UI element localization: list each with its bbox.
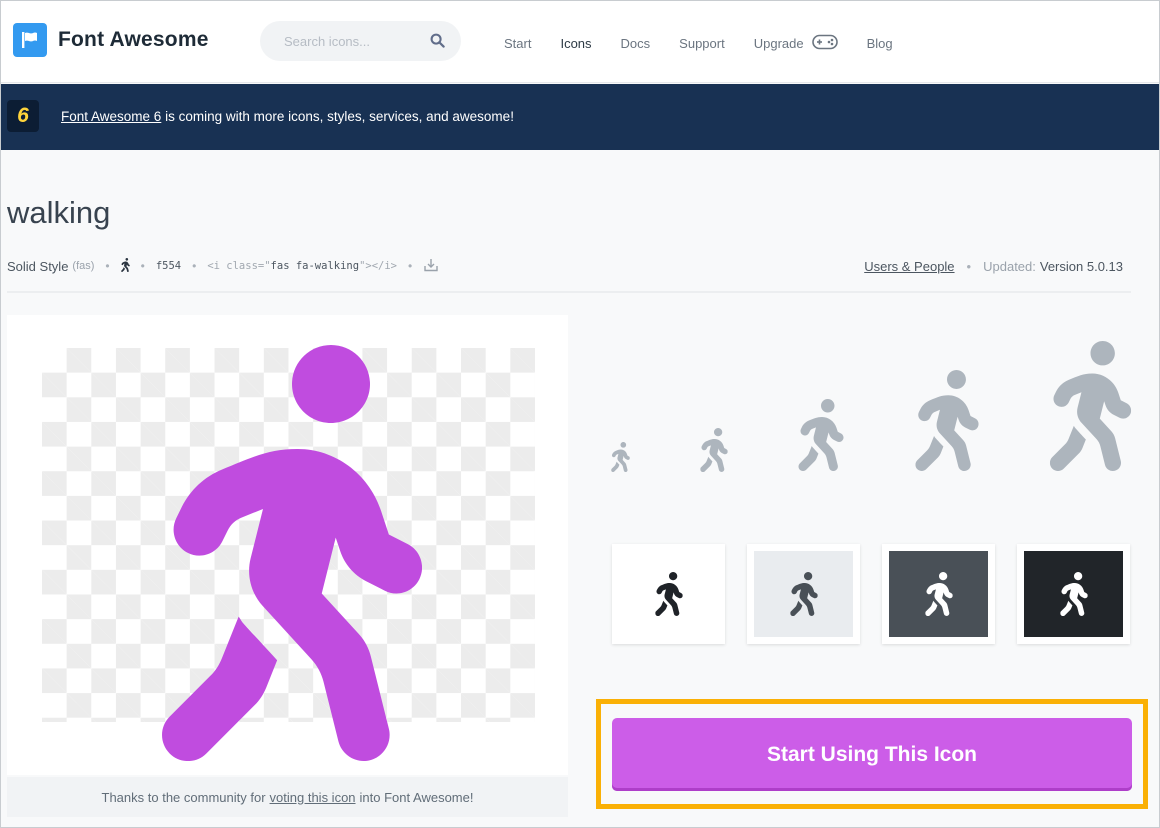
separator-dot: • xyxy=(192,259,197,273)
walking-icon xyxy=(162,345,422,761)
top-navigation-bar: Font Awesome Start Icons Docs Support Up… xyxy=(1,1,1159,83)
start-using-icon-button[interactable]: Start Using This Icon xyxy=(612,718,1132,791)
walking-icon xyxy=(655,572,683,616)
category-link[interactable]: Users & People xyxy=(864,259,954,274)
thanks-prefix: Thanks to the community for xyxy=(101,789,266,805)
code-class: fas fa-walking xyxy=(270,260,360,272)
nav-upgrade[interactable]: Upgrade xyxy=(754,34,838,53)
nav-start[interactable]: Start xyxy=(504,36,531,51)
download-icon[interactable] xyxy=(423,258,439,275)
banner-link[interactable]: Font Awesome 6 xyxy=(61,109,161,124)
icon-meta: Solid Style (fas) • • f554 • <i class="f… xyxy=(7,256,439,276)
banner-text: is coming with more icons, styles, servi… xyxy=(161,109,514,124)
walking-icon xyxy=(790,572,818,616)
search-box xyxy=(260,21,461,61)
voting-link[interactable]: voting this icon xyxy=(270,790,356,805)
walking-icon-size-md xyxy=(798,399,844,471)
swatch-light[interactable] xyxy=(747,544,860,644)
divider xyxy=(7,291,1131,293)
announcement-banner: 6 Font Awesome 6 is coming with more ico… xyxy=(1,84,1159,150)
separator-dot: • xyxy=(140,259,145,273)
brand-logo-link[interactable]: Font Awesome xyxy=(13,23,209,57)
brand-name: Font Awesome xyxy=(58,28,209,51)
code-close: "></i> xyxy=(359,260,397,272)
style-prefix: (fas) xyxy=(72,260,95,272)
search-icon[interactable] xyxy=(430,33,445,53)
nav-blog[interactable]: Blog xyxy=(867,36,893,51)
style-label: Solid Style xyxy=(7,258,69,274)
nav-upgrade-label: Upgrade xyxy=(753,36,804,51)
separator-dot: • xyxy=(966,258,972,274)
code-open: <i class=" xyxy=(207,260,271,272)
swatch-gray[interactable] xyxy=(882,544,995,644)
thanks-note: Thanks to the community for voting this … xyxy=(7,777,568,817)
walking-icon xyxy=(1060,572,1088,616)
walking-icon[interactable] xyxy=(121,258,130,275)
gamepad-icon xyxy=(811,34,838,53)
main-nav: Start Icons Docs Support Upgrade Blog xyxy=(504,34,922,53)
nav-docs[interactable]: Docs xyxy=(621,36,651,51)
swatch-white[interactable] xyxy=(612,544,725,644)
separator-dot: • xyxy=(105,259,110,273)
nav-support[interactable]: Support xyxy=(679,36,725,51)
icon-title: walking xyxy=(7,195,111,230)
thanks-suffix: into Font Awesome! xyxy=(359,789,474,805)
version-value: Version 5.0.13 xyxy=(1039,258,1123,274)
html-snippet[interactable]: <i class="fas fa-walking"></i> xyxy=(207,260,397,272)
walking-icon xyxy=(925,572,953,616)
flag-icon xyxy=(13,23,47,57)
swatch-dark-bg xyxy=(1024,551,1123,637)
swatch-gray-bg xyxy=(889,551,988,637)
walking-icon-size-sm xyxy=(700,428,728,472)
swatch-white-bg xyxy=(619,551,718,637)
nav-icons[interactable]: Icons xyxy=(560,36,591,51)
icon-preview-panel xyxy=(7,315,568,775)
updated-label: Updated: xyxy=(983,258,1036,274)
search-input[interactable] xyxy=(260,21,430,61)
swatch-dark[interactable] xyxy=(1017,544,1130,644)
unicode-value[interactable]: f554 xyxy=(156,260,181,272)
walking-icon-size-xl xyxy=(1049,341,1132,471)
swatch-light-bg xyxy=(754,551,853,637)
icon-meta-right: Users & People • Updated: Version 5.0.13 xyxy=(864,256,1123,276)
walking-icon-size-lg xyxy=(915,370,979,471)
walking-icon-size-xs xyxy=(611,442,630,472)
separator-dot: • xyxy=(408,259,413,273)
version-badge: 6 xyxy=(7,100,39,132)
banner-message: Font Awesome 6 is coming with more icons… xyxy=(61,109,514,124)
